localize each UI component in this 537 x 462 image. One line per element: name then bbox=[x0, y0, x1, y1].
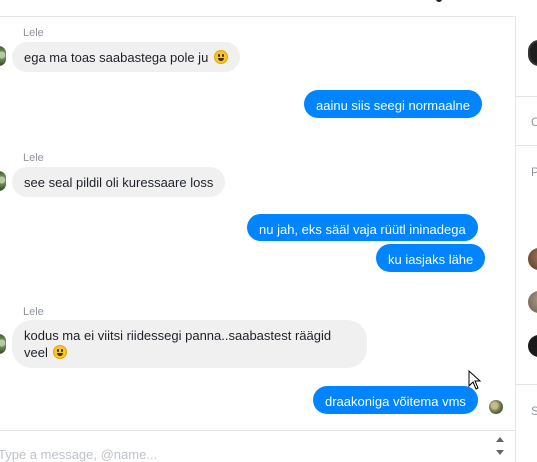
chevron-up-icon[interactable] bbox=[496, 437, 504, 442]
incoming-message[interactable]: kodus ma ei viitsi riidessegi panna..saa… bbox=[12, 320, 367, 368]
message-text: ega ma toas saabastega pole ju bbox=[24, 50, 209, 65]
conversation-header bbox=[0, 0, 515, 17]
conversation-info-panel: C P S bbox=[516, 0, 537, 462]
incoming-message[interactable]: ega ma toas saabastega pole ju bbox=[12, 42, 240, 72]
incoming-message[interactable]: see seal pildil oli kuressaare loss bbox=[12, 167, 226, 197]
outgoing-message[interactable]: nu jah, eks sääl vaja rüütl ininadega bbox=[247, 214, 478, 241]
section-label[interactable]: P bbox=[531, 165, 537, 179]
message-text: see seal pildil oli kuressaare loss bbox=[24, 175, 214, 190]
message-text: draakoniga võitema vms bbox=[325, 394, 466, 409]
message-text: aainu siis seegi normaalne bbox=[316, 98, 470, 113]
header-dot-icon bbox=[436, 0, 442, 2]
outgoing-message[interactable]: draakoniga võitema vms bbox=[313, 386, 478, 414]
message-text: kodus ma ei viitsi riidessegi panna..saa… bbox=[24, 328, 332, 360]
outgoing-message[interactable]: aainu siis seegi normaalne bbox=[304, 90, 482, 118]
contact-avatar[interactable] bbox=[0, 334, 6, 354]
sender-name: Lele bbox=[23, 27, 44, 39]
seen-indicator-avatar bbox=[489, 400, 503, 414]
message-composer bbox=[0, 430, 515, 462]
member-avatar[interactable] bbox=[528, 248, 537, 270]
group-avatar[interactable] bbox=[528, 40, 537, 66]
divider-line bbox=[516, 96, 537, 97]
sender-name: Lele bbox=[23, 152, 44, 164]
message-text: ku iasjaks lähe bbox=[388, 252, 474, 267]
message-text: nu jah, eks sääl vaja rüütl ininadega bbox=[259, 222, 466, 237]
mouse-pointer-icon bbox=[468, 370, 482, 390]
contact-avatar[interactable] bbox=[0, 171, 6, 191]
outgoing-message[interactable]: ku iasjaks lähe bbox=[376, 244, 486, 272]
conversation-pane: Lele ega ma toas saabastega pole ju aain… bbox=[0, 0, 515, 462]
divider-line bbox=[516, 384, 537, 385]
member-avatar[interactable] bbox=[528, 335, 537, 357]
grinning-emoji-icon bbox=[53, 345, 68, 359]
section-label[interactable]: C bbox=[531, 115, 537, 129]
grinning-emoji-icon bbox=[213, 50, 228, 64]
chevron-down-icon[interactable] bbox=[496, 450, 504, 455]
contact-avatar[interactable] bbox=[0, 46, 6, 66]
divider-line bbox=[516, 145, 537, 146]
message-input[interactable] bbox=[0, 445, 478, 462]
composer-scroll-arrows[interactable] bbox=[495, 434, 505, 462]
member-avatar[interactable] bbox=[528, 291, 537, 313]
section-label[interactable]: S bbox=[531, 404, 537, 418]
sender-name: Lele bbox=[23, 306, 44, 318]
